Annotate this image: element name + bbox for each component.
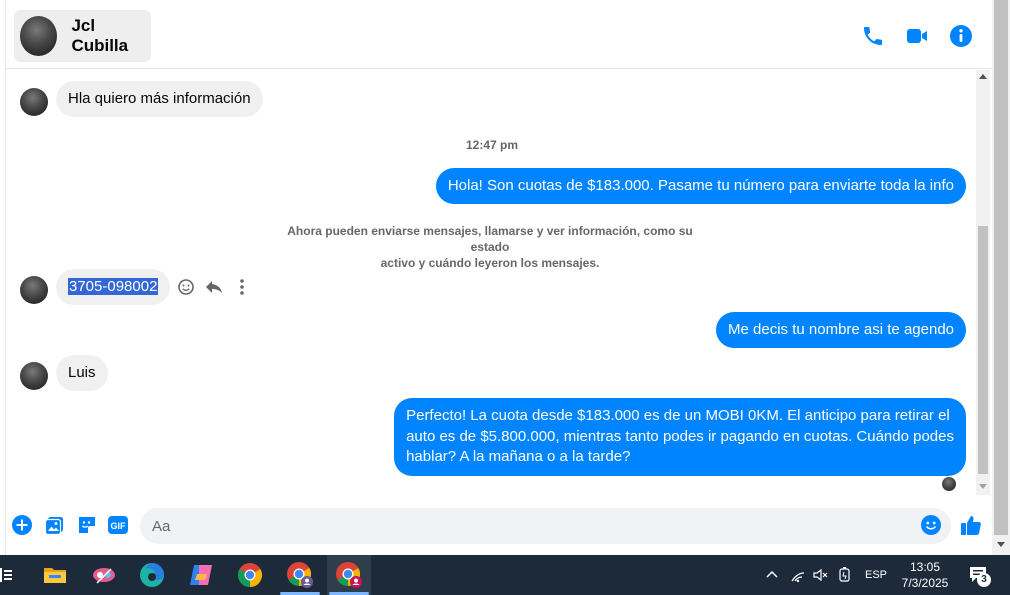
message-outgoing[interactable]: Hola! Son cuotas de $183.000. Pasame tu … <box>435 168 966 204</box>
page-scroll-down-arrow[interactable] <box>997 542 1005 547</box>
message-line: hablar? A la mañana o a la tarde? <box>406 448 631 465</box>
like-icon[interactable] <box>959 513 983 537</box>
taskbar-edge[interactable] <box>130 555 174 595</box>
notification-count-badge: 3 <box>977 573 991 587</box>
contact-profile-button[interactable]: Jcl Cubilla <box>14 10 151 62</box>
chat-scrollbar-thumb[interactable] <box>978 226 988 474</box>
page-scrollbar[interactable] <box>992 0 1010 555</box>
language-indicator[interactable]: ESP <box>865 569 887 581</box>
contact-avatar-small <box>20 88 48 116</box>
more-options-icon[interactable] <box>232 277 252 297</box>
info-icon[interactable] <box>949 24 973 48</box>
chrome-profile-icon <box>287 562 313 588</box>
gif-label: GIF <box>111 521 127 531</box>
taskbar-chrome-profile-active[interactable] <box>327 555 371 595</box>
edge-icon <box>140 563 164 587</box>
system-notice: Ahora pueden enviarse mensajes, llamarse… <box>270 223 710 271</box>
messenger-window: Jcl Cubilla Hla quiero más información 1… <box>0 0 1010 595</box>
file-explorer-icon <box>44 568 66 583</box>
message-incoming-phone[interactable]: 3705-098002 <box>56 269 171 305</box>
message-outgoing-multiline[interactable]: Perfecto! La cuota desde $183.000 es de … <box>394 398 966 476</box>
sticker-icon[interactable] <box>76 514 98 536</box>
chrome-profile-active-icon <box>336 562 362 588</box>
chat-header: Jcl Cubilla <box>6 0 992 69</box>
scroll-down-arrow[interactable] <box>979 484 987 489</box>
read-receipt-avatar <box>942 477 956 491</box>
copilot-icon <box>190 565 212 585</box>
taskbar-snipping-tool[interactable] <box>82 555 126 595</box>
phone-icon[interactable] <box>861 24 885 48</box>
react-emoji-icon[interactable] <box>176 277 196 297</box>
gif-icon[interactable]: GIF <box>107 514 129 536</box>
message-line: auto es de $5.800.000, mientras tanto po… <box>406 427 954 445</box>
message-line: Perfecto! La cuota desde $183.000 es de … <box>406 407 950 424</box>
scroll-up-arrow[interactable] <box>979 74 987 79</box>
taskbar-copilot[interactable] <box>179 555 223 595</box>
clock-time: 13:05 <box>909 560 941 574</box>
system-notice-line: activo y cuándo leyeron los mensajes. <box>380 256 600 270</box>
taskbar-file-explorer[interactable] <box>33 555 77 595</box>
contact-avatar-small <box>20 362 48 390</box>
reply-icon[interactable] <box>204 277 224 297</box>
chevron-up-icon[interactable] <box>766 569 778 579</box>
message-composer: GIF <box>6 500 992 552</box>
windows-taskbar: ESP 13:05 7/3/2025 <box>0 555 1010 595</box>
volume-muted-icon[interactable] <box>812 567 828 583</box>
taskbar-chrome[interactable] <box>228 555 272 595</box>
chat-scrollbar[interactable] <box>976 70 990 495</box>
contact-avatar <box>20 16 58 56</box>
message-incoming[interactable]: Luis <box>56 355 108 391</box>
video-icon[interactable] <box>905 24 929 48</box>
contact-avatar-small <box>20 276 48 304</box>
message-incoming[interactable]: Hla quiero más información <box>56 81 263 117</box>
message-timestamp: 12:47 pm <box>466 138 519 152</box>
message-outgoing[interactable]: Me decis tu nombre asi te agendo <box>716 312 966 348</box>
chrome-icon <box>237 563 263 587</box>
add-icon[interactable] <box>11 514 33 536</box>
page-scrollbar-thumb[interactable] <box>994 0 1008 535</box>
task-view-icon[interactable] <box>0 567 14 583</box>
system-notice-line: Ahora pueden enviarse mensajes, llamarse… <box>287 224 693 254</box>
photo-icon[interactable] <box>44 514 66 536</box>
battery-icon[interactable] <box>837 566 853 584</box>
emoji-icon[interactable] <box>920 514 942 536</box>
taskbar-chrome-profile[interactable] <box>278 555 322 595</box>
snipping-tool-icon <box>93 568 115 584</box>
taskbar-clock[interactable]: 13:05 7/3/2025 <box>895 559 955 591</box>
message-input[interactable] <box>140 508 951 544</box>
clock-date: 7/3/2025 <box>901 576 949 590</box>
selected-text[interactable]: 3705-098002 <box>68 278 159 295</box>
contact-name: Jcl Cubilla <box>71 16 129 55</box>
message-list: Hla quiero más información 12:47 pm Hola… <box>6 70 976 500</box>
wifi-icon[interactable] <box>790 567 806 583</box>
